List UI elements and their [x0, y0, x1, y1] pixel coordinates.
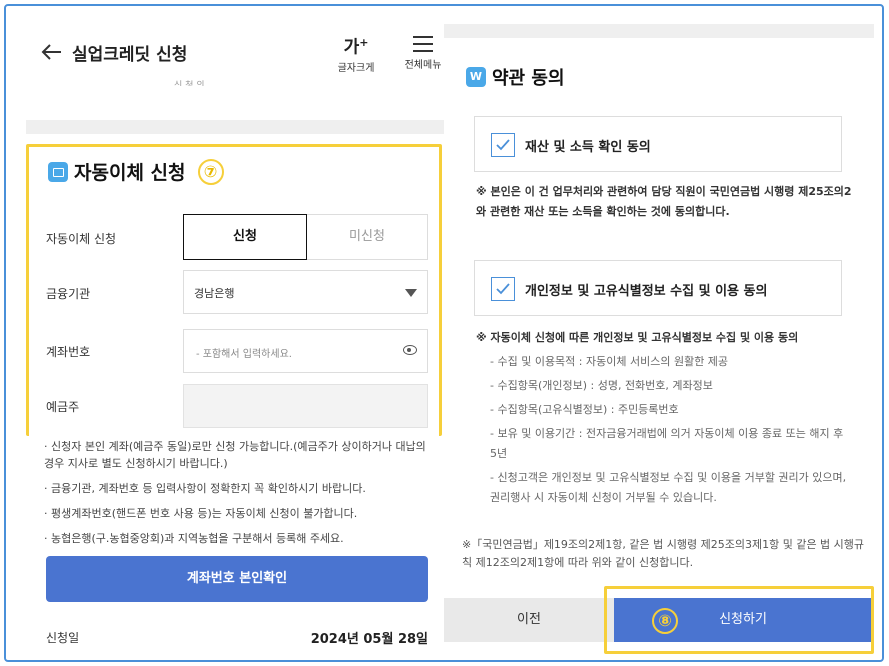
autopay-apply-label: 자동이체 신청 [46, 232, 117, 246]
card-icon [48, 161, 68, 182]
agree-privacy-box[interactable]: 개인정보 및 고유식별정보 수집 및 이용 동의 [474, 260, 842, 316]
account-input[interactable]: - 포함해서 입력하세요. [183, 329, 428, 373]
account-label: 계좌번호 [46, 345, 91, 359]
checkbox-privacy[interactable] [491, 277, 515, 301]
privacy-item-3: - 수집항목(고유식별정보) : 주민등록번호 [490, 403, 679, 416]
hamburger-icon [413, 36, 433, 52]
legal-footer: ※「국민연금법」제19조의2제1항, 같은 법 시행령 제25조의3제1항 및 … [462, 538, 865, 569]
app-header: 실업크레딧 신청 가+ 글자크게 전체메뉴 신 청 의 [24, 20, 444, 90]
terms-panel: W 약관 동의 재산 및 소득 확인 동의 ※ 본인은 이 건 업무처리와 관련… [444, 20, 874, 660]
holder-label: 예금주 [46, 400, 80, 414]
bank-select[interactable]: 경남은행 [183, 270, 428, 314]
prev-button[interactable]: 이전 [444, 598, 614, 642]
apply-option[interactable]: 신청 [183, 214, 307, 260]
verify-account-button[interactable]: 계좌번호 본인확인 [46, 556, 428, 602]
privacy-item-2: - 수집항목(개인정보) : 성명, 전화번호, 계좌정보 [490, 379, 713, 392]
full-menu-button[interactable]: 전체메뉴 [402, 32, 444, 71]
autopay-toggle: 신청 미신청 [183, 214, 428, 260]
highlight-box-step8 [604, 586, 874, 654]
autopay-section-header: 자동이체 신청 ⑦ [48, 158, 224, 185]
apply-date-label: 신청일 [46, 631, 80, 645]
bank-select-value: 경남은행 [194, 287, 235, 300]
not-apply-option[interactable]: 미신청 [307, 215, 427, 259]
note-overlap-mask [29, 433, 439, 439]
check-icon [496, 139, 510, 151]
bank-label: 금융기관 [46, 287, 91, 301]
back-arrow-icon[interactable] [40, 43, 62, 61]
note-4: · 농협은행(구.농협중앙회)과 지역농협을 구분해서 등록해 주세요. [44, 532, 344, 545]
font-size-button[interactable]: 가+ 글자크게 [336, 32, 376, 74]
terms-section-header: W 약관 동의 [466, 64, 565, 90]
check-icon [496, 283, 510, 295]
font-size-label: 글자크게 [337, 62, 375, 74]
terms-section-title: 약관 동의 [492, 68, 565, 89]
full-menu-label: 전체메뉴 [404, 60, 442, 71]
privacy-item-1: - 수집 및 이용목적 : 자동이체 서비스의 원활한 제공 [490, 355, 729, 368]
note-2: · 금융기관, 계좌번호 등 입력사항이 정확한지 꼭 확인하시기 바랍니다. [44, 482, 366, 495]
dropdown-caret-icon [405, 289, 417, 297]
agree-privacy-label: 개인정보 및 고유식별정보 수집 및 이용 동의 [525, 284, 768, 299]
section-divider [26, 120, 444, 134]
agree-privacy-note: ※ 자동이체 신청에 따른 개인정보 및 고유식별정보 수집 및 이용 동의 [476, 331, 799, 344]
clipped-text: 신 청 의 [174, 81, 205, 86]
apply-date-value: 2024년 05월 28일 [310, 632, 428, 647]
agree-property-label: 재산 및 소득 확인 동의 [525, 140, 651, 155]
note-1: · 신청자 본인 계좌(예금주 동일)로만 신청 가능합니다.(예금주가 상이하… [44, 440, 426, 470]
page-title: 실업크레딧 신청 [72, 45, 188, 65]
account-placeholder: - 포함해서 입력하세요. [196, 349, 292, 360]
terms-icon: W [466, 67, 486, 87]
step-7-badge: ⑦ [197, 158, 224, 185]
agree-property-box[interactable]: 재산 및 소득 확인 동의 [474, 116, 842, 172]
agree-property-note: ※ 본인은 이 건 업무처리와 관련하여 담당 직원이 국민연금법 시행령 제2… [476, 185, 852, 218]
privacy-item-4: - 보유 및 이용기간 : 전자금융거래법에 의거 자동이체 이용 종료 또는 … [490, 427, 844, 460]
holder-field [183, 384, 428, 428]
autopay-panel: 실업크레딧 신청 가+ 글자크게 전체메뉴 신 청 의 자동이체 신청 ⑦ 자동… [24, 20, 444, 660]
autopay-section-title: 자동이체 신청 [74, 162, 186, 184]
checkbox-property[interactable] [491, 133, 515, 157]
privacy-item-5: - 신청고객은 개인정보 및 고유식별정보 수집 및 이용을 거부할 권리가 있… [490, 471, 847, 504]
step-8-badge: ⑧ [652, 608, 678, 634]
note-3: · 평생계좌번호(핸드폰 번호 사용 등)는 자동이체 신청이 불가합니다. [44, 507, 358, 520]
eye-icon[interactable] [403, 345, 417, 355]
font-size-icon: 가 [343, 37, 360, 58]
section-divider [444, 24, 874, 38]
